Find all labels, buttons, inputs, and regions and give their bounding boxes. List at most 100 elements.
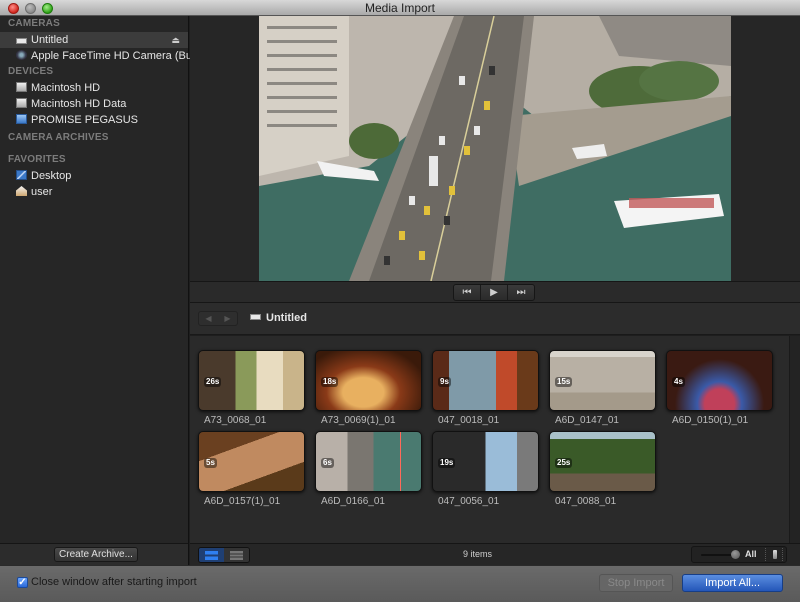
clip-thumbnail[interactable]: 6s bbox=[315, 431, 422, 492]
stop-import-button[interactable]: Stop Import bbox=[599, 574, 673, 592]
clip-thumbnail[interactable]: 18s bbox=[315, 350, 422, 411]
items-count: 9 items bbox=[462, 549, 492, 559]
browser-footer: 9 items All bbox=[190, 543, 800, 565]
clip-name: A6D_0150(1)_01 bbox=[672, 415, 749, 426]
clip-thumbnail[interactable]: 25s bbox=[549, 431, 656, 492]
clip-duration-badge: 19s bbox=[438, 458, 456, 468]
create-archive-button[interactable]: Create Archive... bbox=[54, 547, 138, 562]
sidebar-item-desktop[interactable]: Desktop bbox=[0, 168, 188, 184]
clip-thumbnail[interactable]: 9s bbox=[432, 350, 539, 411]
previous-clip-button[interactable]: ⏮ bbox=[454, 285, 481, 300]
clip-duration-badge: 9s bbox=[438, 377, 451, 387]
clip-thumbnail[interactable]: 26s bbox=[198, 350, 305, 411]
clip-name: A6D_0166_01 bbox=[321, 496, 385, 507]
clip-item[interactable]: 6s A6D_0166_01 bbox=[315, 431, 422, 507]
hard-drive-icon bbox=[16, 82, 27, 92]
clip-height-control[interactable] bbox=[765, 548, 783, 561]
section-header-devices: DEVICES bbox=[8, 66, 54, 77]
clip-name: A6D_0147_01 bbox=[555, 415, 619, 426]
transport-bar: ⏮ ▶ ⏭ bbox=[190, 281, 800, 303]
clip-browser: 26s A73_0068_01 18s A73_0069(1)_01 9s 047_001… bbox=[190, 336, 790, 543]
sidebar-item-label: PROMISE PEGASUS bbox=[31, 114, 138, 126]
sidebar-item-label: Macintosh HD bbox=[31, 82, 101, 94]
zoom-label: All bbox=[745, 549, 757, 559]
back-button[interactable]: ◀ bbox=[199, 312, 218, 325]
sidebar-item-label: Untitled bbox=[31, 34, 69, 46]
clip-thumbnail[interactable]: 19s bbox=[432, 431, 539, 492]
viewer bbox=[190, 16, 800, 281]
hard-drive-icon bbox=[16, 98, 27, 108]
zoom-control: All bbox=[691, 546, 787, 563]
sidebar: CAMERAS Untitled ⏏ Apple FaceTime HD Cam… bbox=[0, 16, 216, 543]
section-header-favorites: FAVORITES bbox=[8, 154, 66, 165]
clip-name: A73_0069(1)_01 bbox=[321, 415, 396, 426]
clip-thumbnail[interactable]: 5s bbox=[198, 431, 305, 492]
section-header-cameras: CAMERAS bbox=[8, 18, 60, 29]
sidebar-item-macintosh-hd[interactable]: Macintosh HD bbox=[0, 80, 188, 96]
clip-duration-badge: 26s bbox=[204, 377, 222, 387]
breadcrumb: Untitled bbox=[250, 312, 307, 324]
clip-name: 047_0088_01 bbox=[555, 496, 617, 507]
eject-icon[interactable]: ⏏ bbox=[171, 32, 180, 48]
transport-controls: ⏮ ▶ ⏭ bbox=[453, 284, 535, 301]
clip-name: 047_0056_01 bbox=[438, 496, 500, 507]
clip-duration-badge: 15s bbox=[555, 377, 573, 387]
breadcrumb-label: Untitled bbox=[266, 312, 307, 324]
sidebar-item-label: Apple FaceTime HD Camera (Built-in) bbox=[31, 50, 216, 62]
close-window-label: Close window after starting import bbox=[31, 576, 197, 588]
window-title: Media Import bbox=[364, 1, 436, 15]
sidebar-item-user[interactable]: user bbox=[0, 184, 188, 200]
skip-forward-icon: ⏭ bbox=[516, 287, 526, 298]
sidebar-item-macintosh-hd-data[interactable]: Macintosh HD Data bbox=[0, 96, 188, 112]
forward-button[interactable]: ▶ bbox=[218, 312, 237, 325]
clip-thumbnail[interactable]: 4s bbox=[666, 350, 773, 411]
clip-duration-badge: 4s bbox=[672, 377, 685, 387]
aerial-city-frame bbox=[259, 16, 731, 281]
webcam-icon bbox=[16, 50, 27, 60]
clip-item[interactable]: 4s A6D_0150(1)_01 bbox=[666, 350, 773, 426]
zoom-slider-knob[interactable] bbox=[731, 550, 740, 559]
sidebar-item-facetime-camera[interactable]: Apple FaceTime HD Camera (Built-in) bbox=[0, 48, 216, 64]
close-window-option: ✓ Close window after starting import bbox=[17, 576, 197, 588]
skip-back-icon: ⏮ bbox=[462, 287, 472, 298]
clip-item[interactable]: 5s A6D_0157(1)_01 bbox=[198, 431, 305, 507]
bottom-bar: ✓ Close window after starting import Sto… bbox=[0, 565, 800, 602]
clip-duration-badge: 25s bbox=[555, 458, 573, 468]
section-header-camera-archives: CAMERA ARCHIVES bbox=[8, 132, 109, 143]
clip-duration-badge: 18s bbox=[321, 377, 339, 387]
clip-height-icon bbox=[773, 550, 777, 559]
sidebar-item-promise-pegasus[interactable]: PROMISE PEGASUS bbox=[0, 112, 188, 128]
sidebar-footer: Create Archive... bbox=[0, 543, 189, 565]
sidebar-item-label: Macintosh HD Data bbox=[31, 98, 127, 110]
sd-card-icon bbox=[16, 38, 27, 44]
play-icon: ▶ bbox=[490, 287, 498, 298]
clip-item[interactable]: 25s 047_0088_01 bbox=[549, 431, 656, 507]
import-all-button[interactable]: Import All... bbox=[682, 574, 783, 592]
sidebar-item-untitled[interactable]: Untitled ⏏ bbox=[0, 32, 188, 48]
clip-duration-badge: 5s bbox=[204, 458, 217, 468]
clip-item[interactable]: 19s 047_0056_01 bbox=[432, 431, 539, 507]
clip-name: A6D_0157(1)_01 bbox=[204, 496, 281, 507]
clip-item[interactable]: 26s A73_0068_01 bbox=[198, 350, 305, 426]
play-button[interactable]: ▶ bbox=[481, 285, 508, 300]
next-clip-button[interactable]: ⏭ bbox=[508, 285, 534, 300]
browser-scrollbar[interactable] bbox=[789, 336, 800, 543]
video-preview[interactable] bbox=[259, 16, 731, 281]
clip-item[interactable]: 9s 047_0018_01 bbox=[432, 350, 539, 426]
history-nav: ◀ ▶ bbox=[198, 311, 238, 326]
home-icon bbox=[16, 186, 27, 196]
clip-name: 047_0018_01 bbox=[438, 415, 500, 426]
clip-item[interactable]: 15s A6D_0147_01 bbox=[549, 350, 656, 426]
clip-item[interactable]: 18s A73_0069(1)_01 bbox=[315, 350, 422, 426]
sidebar-item-label: user bbox=[31, 186, 53, 198]
sd-card-icon bbox=[250, 314, 261, 320]
sidebar-item-label: Desktop bbox=[31, 170, 72, 182]
playhead-marker bbox=[400, 432, 401, 491]
zoom-slider-track[interactable] bbox=[701, 554, 733, 556]
desktop-folder-icon bbox=[16, 170, 27, 180]
browser-header: ◀ ▶ Untitled bbox=[190, 303, 800, 335]
title-bar: Media Import bbox=[0, 0, 800, 16]
raid-drive-icon bbox=[16, 114, 27, 124]
close-window-checkbox[interactable]: ✓ bbox=[17, 576, 28, 588]
clip-thumbnail[interactable]: 15s bbox=[549, 350, 656, 411]
